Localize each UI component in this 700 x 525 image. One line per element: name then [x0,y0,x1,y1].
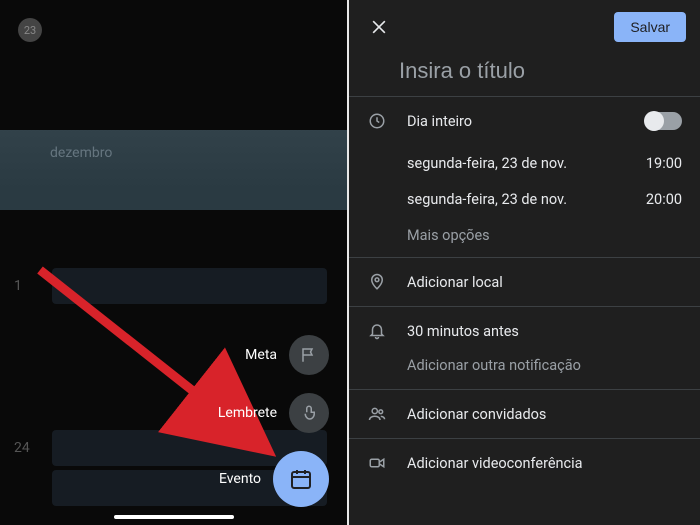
more-options-row[interactable]: Mais opções [349,217,700,253]
close-button[interactable] [367,15,391,39]
close-icon [369,17,389,37]
day-number: 1 [14,278,22,294]
event-create-panel: Salvar Dia inteiro segunda-feira, 23 de … [349,0,700,525]
day-badge: 23 [18,18,42,42]
more-options-label[interactable]: Mais opções [407,227,682,244]
month-banner [0,130,347,210]
event-block [52,268,327,304]
day-number: 24 [14,440,30,456]
video-icon [367,453,387,473]
video-label[interactable]: Adicionar videoconferência [407,455,682,472]
lembrete-button[interactable] [289,393,329,433]
calendar-panel-with-fab: 23 dezembro 1 24 Meta Lembrete E [0,0,347,525]
fab-item-evento: Evento [219,451,329,507]
end-date[interactable]: segunda-feira, 23 de nov. [407,191,626,208]
month-label: dezembro [50,145,112,161]
start-time-row[interactable]: segunda-feira, 23 de nov. 19:00 [349,145,700,181]
all-day-label: Dia inteiro [407,113,626,130]
header: 23 [18,18,42,42]
title-input[interactable] [399,58,700,84]
people-icon [367,404,387,424]
tap-icon [300,404,318,422]
evento-button[interactable] [273,451,329,507]
fab-speed-dial: Meta Lembrete Evento [218,335,329,507]
location-row[interactable]: Adicionar local [349,258,700,306]
end-time-row[interactable]: segunda-feira, 23 de nov. 20:00 [349,181,700,217]
fab-label: Lembrete [218,405,277,421]
fab-label: Evento [219,471,261,487]
start-time[interactable]: 19:00 [646,155,682,172]
all-day-toggle[interactable] [646,112,682,130]
location-icon [367,272,387,292]
home-indicator [114,515,234,519]
video-row[interactable]: Adicionar videoconferência [349,439,700,487]
guests-row[interactable]: Adicionar convidados [349,390,700,438]
all-day-row: Dia inteiro [349,97,700,145]
fab-item-lembrete: Lembrete [218,393,329,433]
add-notification-row[interactable]: Adicionar outra notificação [349,355,700,389]
fab-label: Meta [245,347,277,363]
flag-icon [300,346,318,364]
clock-icon [367,111,387,131]
calendar-icon [289,467,313,491]
save-button[interactable]: Salvar [614,12,686,42]
reminder-label[interactable]: 30 minutos antes [407,323,682,340]
topbar: Salvar [349,0,700,50]
start-date[interactable]: segunda-feira, 23 de nov. [407,155,626,172]
reminder-row[interactable]: 30 minutos antes [349,307,700,355]
end-time[interactable]: 20:00 [646,191,682,208]
fab-item-meta: Meta [245,335,329,375]
guests-label[interactable]: Adicionar convidados [407,406,682,423]
location-label[interactable]: Adicionar local [407,274,682,291]
toggle-knob [644,111,664,131]
meta-button[interactable] [289,335,329,375]
bell-icon [367,321,387,341]
add-notification-label[interactable]: Adicionar outra notificação [407,357,682,374]
